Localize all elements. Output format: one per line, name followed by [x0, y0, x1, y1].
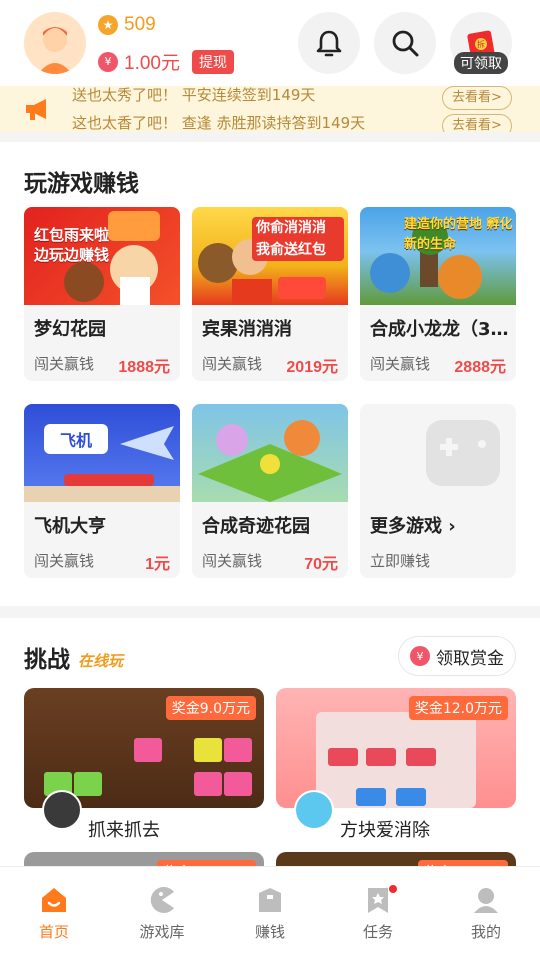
- coin-icon: ★: [98, 15, 118, 35]
- bottom-tab-bar: 首页 游戏库 赚钱 任务 我的: [0, 866, 540, 960]
- game-thumbnail: [192, 404, 348, 502]
- game-reward: 2888元: [454, 359, 506, 376]
- game-subtitle: 闯关赢钱: [34, 355, 95, 373]
- claim-badge[interactable]: 可领取: [454, 52, 508, 74]
- game-card[interactable]: 建造你的营地 孵化新的生命 合成小龙龙（3.0... 闯关赢钱 2888元: [360, 207, 516, 381]
- game-thumbnail: [360, 404, 516, 502]
- game-banner-text: 建造你的营地 孵化新的生命: [404, 217, 513, 252]
- game-thumbnail: 红包雨来啦 边玩边赚钱: [24, 207, 180, 305]
- game-name: 合成小龙龙（3.0...: [370, 319, 510, 340]
- game-reward: 70元: [304, 556, 338, 573]
- divider: [0, 132, 540, 142]
- challenge-avatar: [294, 790, 334, 830]
- game-subtitle: 闯关赢钱: [202, 355, 263, 373]
- tab-label: 游戏库: [139, 923, 185, 941]
- game-thumbnail: 你俞消消消 我俞送红包: [192, 207, 348, 305]
- bonus-tag: 奖金9.0万元: [165, 696, 256, 720]
- search-button[interactable]: [374, 12, 436, 74]
- notice-view-button[interactable]: 去看看>: [442, 114, 512, 132]
- tab-label: 我的: [470, 923, 501, 941]
- challenge-name: 方块爱消除: [340, 820, 430, 841]
- notification-dot: [388, 885, 397, 893]
- money-balance: ¥ 1.00元 提现: [98, 48, 234, 75]
- game-banner-text: 你俞消消消 我俞送红包: [252, 217, 344, 261]
- game-subtitle: 闯关赢钱: [202, 552, 263, 570]
- notice-view-button[interactable]: 去看看>: [442, 86, 512, 110]
- wallet-icon: [259, 888, 281, 912]
- svg-text:拆: 拆: [477, 39, 485, 49]
- tab-label: 首页: [38, 923, 69, 941]
- game-name: 合成奇迹花园: [202, 516, 310, 537]
- header: ★ 509 ¥ 1.00元 提现 拆 可领取: [0, 0, 540, 86]
- megaphone-icon: [26, 99, 46, 120]
- notice-banner[interactable]: 送也太秀了吧！ 平安连续签到149天 这也太香了吧！ 查逢 赤胜那读持答到149…: [0, 86, 540, 132]
- game-card[interactable]: 飞机 飞机大亨 闯关赢钱 1元: [24, 404, 180, 578]
- bonus-tag: 奖金12.0万元: [408, 696, 508, 720]
- money-value: 1.00元: [124, 53, 180, 74]
- tab-home[interactable]: 首页: [0, 867, 108, 960]
- game-subtitle: 闯关赢钱: [370, 355, 431, 373]
- challenge-section-title: 挑战: [24, 647, 70, 673]
- coin-balance: ★ 509: [98, 14, 156, 36]
- game-reward: 1888元: [118, 359, 170, 376]
- tab-tasks[interactable]: 任务: [324, 867, 432, 960]
- search-icon: [392, 30, 419, 57]
- game-thumbnail: 飞机: [24, 404, 180, 502]
- tab-profile[interactable]: 我的: [432, 867, 540, 960]
- game-card[interactable]: 合成奇迹花园 闯关赢钱 70元: [192, 404, 348, 578]
- yen-icon: ¥: [98, 51, 118, 72]
- challenge-subtitle: 在线玩: [78, 652, 124, 670]
- coin-value: 509: [124, 14, 156, 35]
- game-name: 宾果消消消: [202, 319, 292, 340]
- more-games-label: 更多游戏: [370, 516, 442, 537]
- garden-icon: [198, 420, 342, 502]
- tab-game-library[interactable]: 游戏库: [108, 867, 216, 960]
- profile-icon: [474, 888, 498, 913]
- tab-label: 任务: [362, 923, 393, 941]
- yen-icon: ¥: [410, 646, 430, 666]
- claim-reward-button[interactable]: ¥ 领取赏金: [398, 636, 516, 676]
- divider: [0, 606, 540, 618]
- user-avatar[interactable]: [24, 12, 86, 74]
- claim-reward-label: 领取赏金: [436, 648, 504, 669]
- game-reward: 1元: [145, 556, 170, 573]
- game-thumbnail: 建造你的营地 孵化新的生命: [360, 207, 516, 305]
- bell-icon: [316, 30, 342, 57]
- home-icon: [42, 888, 66, 912]
- home-screen: ★ 509 ¥ 1.00元 提现 拆 可领取 送也太秀了吧！ 平安连续签到149…: [0, 0, 540, 960]
- games-section-title: 玩游戏赚钱: [24, 171, 139, 197]
- notice-text: 这也太香了吧！ 查逢 赤胜那读持答到149天: [72, 114, 366, 132]
- game-banner-text: 红包雨来啦 边玩边赚钱: [34, 226, 110, 264]
- game-reward: 2019元: [286, 359, 338, 376]
- more-games-card[interactable]: 更多游戏 › 立即赚钱: [360, 404, 516, 578]
- game-name: 更多游戏 ›: [370, 512, 510, 538]
- gamepad-icon: [426, 420, 500, 486]
- game-subtitle: 闯关赢钱: [34, 552, 95, 570]
- game-name: 梦幻花园: [34, 319, 106, 340]
- challenge-avatar: [42, 790, 82, 830]
- pacman-icon: [150, 887, 174, 913]
- game-name: 飞机大亨: [34, 516, 106, 537]
- plane-icon: 飞机: [24, 424, 180, 502]
- game-subtitle: 立即赚钱: [370, 552, 431, 570]
- avatar-icon: [24, 12, 86, 74]
- svg-text:飞机: 飞机: [60, 431, 92, 450]
- game-card[interactable]: 红包雨来啦 边玩边赚钱 梦幻花园 闯关赢钱 1888元: [24, 207, 180, 381]
- challenge-name: 抓来抓去: [88, 820, 160, 841]
- notification-button[interactable]: [298, 12, 360, 74]
- tab-label: 赚钱: [254, 923, 285, 941]
- tab-earn[interactable]: 赚钱: [216, 867, 324, 960]
- withdraw-button[interactable]: 提现: [191, 49, 234, 74]
- notice-text: 送也太秀了吧！ 平安连续签到149天: [72, 86, 316, 104]
- chevron-right-icon: ›: [448, 516, 456, 537]
- game-card[interactable]: 你俞消消消 我俞送红包 宾果消消消 闯关赢钱 2019元: [192, 207, 348, 381]
